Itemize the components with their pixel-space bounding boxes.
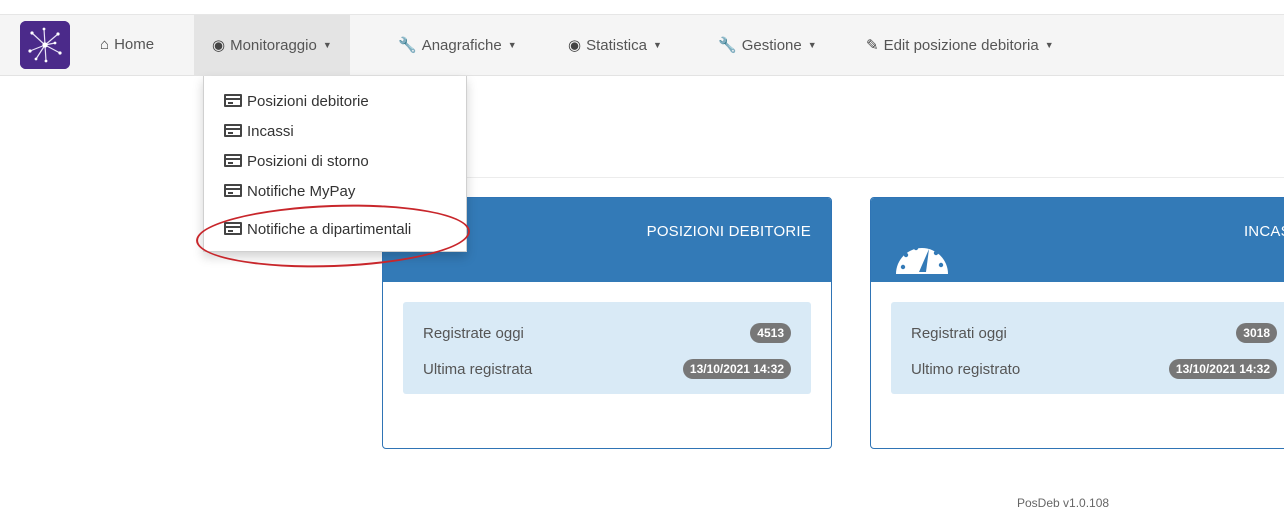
- navbar: ⌂ Home ◉ Monitoraggio ▼ 🔧 Anagrafiche ▼ ◉ Stat…: [0, 14, 1284, 76]
- menu-item-notifiche-a-dipartimentali[interactable]: Notifiche a dipartimentali: [224, 220, 411, 240]
- menu-item-notifiche-mypay[interactable]: Notifiche MyPay: [224, 182, 355, 202]
- nav-edit-posizione-debitoria[interactable]: ✎ Edit posizione debitoria ▼: [866, 15, 1054, 75]
- count-badge: 4513: [750, 323, 791, 343]
- stat-row: Registrate oggi 4513: [423, 323, 791, 347]
- panel-stats: Registrati oggi 3018 Ultimo registrato 1…: [891, 302, 1284, 394]
- timestamp-badge: 13/10/2021 14:32: [1168, 359, 1277, 379]
- stat-label: Registrati oggi: [911, 325, 1007, 342]
- timestamp-badge: 13/10/2021 14:32: [682, 359, 791, 379]
- brand-logo[interactable]: [20, 21, 70, 69]
- dashboard-icon: ◉: [568, 37, 582, 54]
- panel-incassi: INCASS Registrati oggi 3018 Ultimo regis…: [870, 197, 1284, 449]
- credit-card-icon: [224, 222, 242, 235]
- stat-row: Registrati oggi 3018: [911, 323, 1277, 347]
- dashboard-icon: ◉: [212, 37, 226, 54]
- wrench-icon: 🔧: [718, 37, 737, 54]
- edit-icon: ✎: [866, 37, 879, 54]
- stat-label: Ultimo registrato: [911, 361, 1021, 378]
- stat-row: Ultimo registrato 13/10/2021 14:32: [911, 359, 1277, 383]
- wrench-icon: 🔧: [398, 37, 417, 54]
- panel-title: POSIZIONI DEBITORIE: [646, 223, 811, 240]
- menu-item-incassi[interactable]: Incassi: [224, 122, 294, 142]
- caret-down-icon: ▼: [1044, 40, 1054, 50]
- nav-home[interactable]: ⌂ Home: [100, 15, 154, 75]
- network-logo-icon: [20, 21, 70, 69]
- home-icon: ⌂: [100, 36, 110, 53]
- caret-down-icon: ▼: [322, 40, 332, 50]
- caret-down-icon: ▼: [507, 40, 517, 50]
- nav-statistica[interactable]: ◉ Statistica ▼: [568, 15, 662, 75]
- stat-label: Ultima registrata: [423, 361, 533, 378]
- panel-stats: Registrate oggi 4513 Ultima registrata 1…: [403, 302, 811, 394]
- nav-monitoraggio[interactable]: ◉ Monitoraggio ▼: [194, 15, 350, 75]
- nav-anagrafiche[interactable]: 🔧 Anagrafiche ▼: [398, 15, 517, 75]
- nav-gestione[interactable]: 🔧 Gestione ▼: [718, 15, 817, 75]
- credit-card-icon: [224, 94, 242, 107]
- version-footer: PosDeb v1.0.108: [1017, 496, 1110, 510]
- caret-down-icon: ▼: [652, 40, 662, 50]
- panel-heading: INCASS: [871, 198, 1284, 282]
- divider: [467, 177, 1284, 178]
- credit-card-icon: [224, 184, 242, 197]
- stat-row: Ultima registrata 13/10/2021 14:32: [423, 359, 791, 383]
- menu-item-posizioni-di-storno[interactable]: Posizioni di storno: [224, 152, 369, 172]
- count-badge: 3018: [1236, 323, 1277, 343]
- credit-card-icon: [224, 154, 242, 167]
- caret-down-icon: ▼: [807, 40, 817, 50]
- menu-item-posizioni-debitorie[interactable]: Posizioni debitorie: [224, 92, 369, 112]
- panel-title: INCASS: [1243, 223, 1284, 240]
- credit-card-icon: [224, 124, 242, 137]
- dashboard-icon: [896, 245, 948, 274]
- monitoraggio-dropdown-menu: Posizioni debitorie Incassi Posizioni di…: [203, 76, 467, 252]
- stat-label: Registrate oggi: [423, 325, 524, 342]
